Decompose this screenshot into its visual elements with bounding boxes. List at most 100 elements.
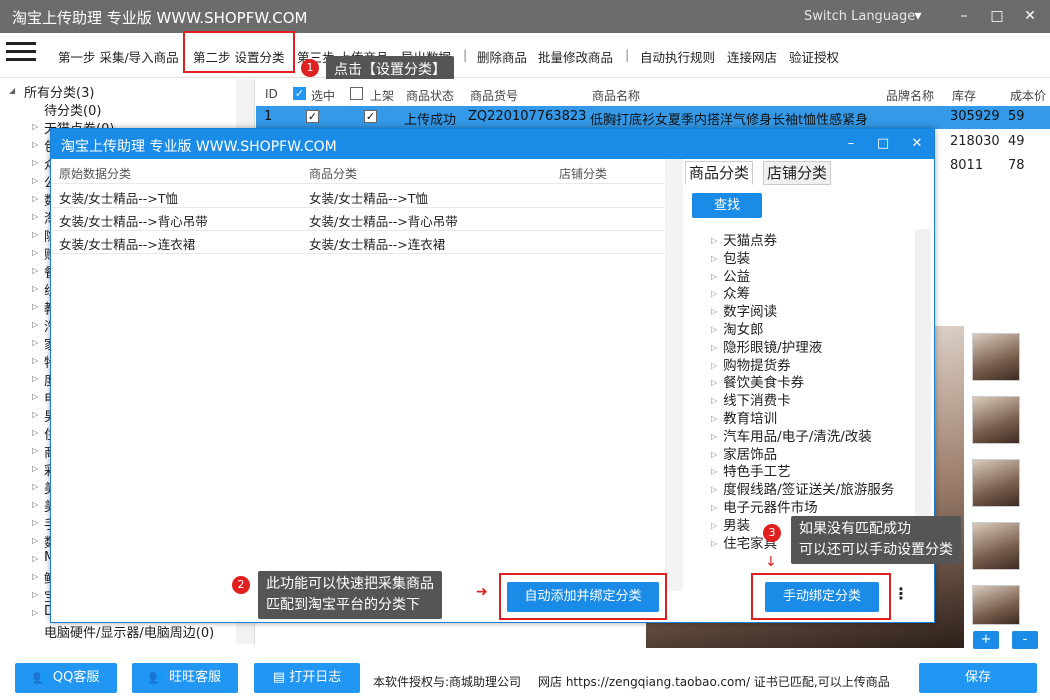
expand-arrow-icon[interactable]: ▷ — [32, 500, 38, 509]
expand-arrow-icon[interactable]: ▷ — [32, 266, 38, 275]
expand-arrow-icon[interactable]: ▷ — [32, 428, 38, 437]
product-thumbnail[interactable] — [972, 522, 1020, 570]
expand-arrow-icon[interactable]: ▷ — [711, 539, 717, 548]
expand-arrow-icon[interactable]: ▷ — [32, 320, 38, 329]
mapping-source[interactable]: 女装/女士精品-->背心吊带 — [59, 211, 208, 230]
search-button[interactable]: 查找 — [692, 193, 762, 218]
switch-language-link[interactable]: Switch Language — [804, 9, 915, 24]
col-listed[interactable]: 上架 — [370, 87, 394, 104]
expand-arrow-icon[interactable]: ▷ — [32, 248, 38, 257]
expand-arrow-icon[interactable]: ▷ — [32, 284, 38, 293]
menu-verify[interactable]: 验证授权 — [789, 47, 839, 66]
expand-arrow-icon[interactable]: ▷ — [711, 503, 717, 512]
mapping-source[interactable]: 女装/女士精品-->连衣裙 — [59, 234, 195, 253]
expand-arrow-icon[interactable]: ▷ — [32, 482, 38, 491]
expand-arrow-icon[interactable]: ▷ — [711, 450, 717, 459]
product-thumbnail[interactable] — [972, 459, 1020, 507]
expand-arrow-icon[interactable]: ▷ — [32, 392, 38, 401]
col-id[interactable]: ID — [265, 87, 278, 101]
tree-root[interactable]: 所有分类(3) — [24, 82, 94, 101]
col-brand[interactable]: 品牌名称 — [886, 87, 934, 104]
table-row-selected[interactable]: 1 ✓ ✓ 上传成功 ZQ220107763823 低胸打底衫女夏季内搭洋气修身… — [256, 106, 1050, 129]
expand-arrow-icon[interactable]: ▷ — [32, 374, 38, 383]
expand-arrow-icon[interactable]: ▷ — [32, 212, 38, 221]
mapping-target[interactable]: 女装/女士精品-->T恤 — [309, 188, 428, 207]
close-icon[interactable]: ✕ — [1018, 4, 1042, 28]
expand-arrow-icon[interactable]: ▷ — [711, 432, 717, 441]
mapping-source[interactable]: 女装/女士精品-->T恤 — [59, 188, 178, 207]
remove-image-button[interactable]: - — [1012, 631, 1038, 649]
expand-arrow-icon[interactable]: ▷ — [32, 176, 38, 185]
expand-arrow-icon[interactable]: ▷ — [32, 302, 38, 311]
expand-arrow-icon[interactable]: ◢ — [9, 86, 15, 95]
maximize-icon[interactable]: □ — [985, 4, 1009, 28]
expand-arrow-icon[interactable]: ▷ — [32, 446, 38, 455]
expand-arrow-icon[interactable]: ▷ — [32, 338, 38, 347]
menu-step1[interactable]: 第一步 采集/导入商品 — [58, 47, 179, 66]
col-name[interactable]: 商品名称 — [592, 87, 640, 104]
expand-arrow-icon[interactable]: ▷ — [711, 467, 717, 476]
minimize-icon[interactable]: – — [952, 4, 976, 28]
expand-arrow-icon[interactable]: ▷ — [32, 410, 38, 419]
row-listed-checkbox[interactable]: ✓ — [364, 110, 377, 123]
expand-arrow-icon[interactable]: ▷ — [32, 518, 38, 527]
select-all-checkbox[interactable]: ✓ — [293, 87, 306, 100]
manual-bind-category-button[interactable]: 手动绑定分类 — [765, 582, 879, 612]
expand-arrow-icon[interactable]: ▷ — [32, 554, 38, 563]
tab-shop-category[interactable]: 店铺分类 — [763, 161, 832, 185]
expand-arrow-icon[interactable]: ▷ — [32, 356, 38, 365]
expand-arrow-icon[interactable]: ▷ — [32, 230, 38, 239]
more-options-icon[interactable]: ⋮ — [893, 584, 909, 603]
expand-arrow-icon[interactable]: ▷ — [711, 361, 717, 370]
mapping-scrollbar[interactable] — [665, 159, 683, 591]
expand-arrow-icon[interactable]: ▷ — [32, 194, 38, 203]
hamburger-menu-icon[interactable] — [6, 39, 36, 63]
col-cost[interactable]: 成本价 — [1010, 87, 1046, 104]
col-status[interactable]: 商品状态 — [406, 87, 454, 104]
expand-arrow-icon[interactable]: ▷ — [711, 289, 717, 298]
expand-arrow-icon[interactable]: ▷ — [711, 325, 717, 334]
save-button[interactable]: 保存 — [919, 663, 1037, 693]
expand-arrow-icon[interactable]: ▷ — [711, 396, 717, 405]
menu-batch-edit[interactable]: 批量修改商品 — [538, 47, 613, 66]
expand-arrow-icon[interactable]: ▷ — [711, 307, 717, 316]
col-original-category[interactable]: 原始数据分类 — [59, 165, 131, 182]
col-stock[interactable]: 库存 — [952, 87, 976, 104]
add-image-button[interactable]: + — [973, 631, 999, 649]
col-sku[interactable]: 商品货号 — [470, 87, 518, 104]
col-product-category[interactable]: 商品分类 — [309, 165, 357, 182]
col-shop-category[interactable]: 店铺分类 — [559, 165, 607, 182]
category-scrollbar[interactable] — [915, 229, 931, 539]
auto-bind-category-button[interactable]: 自动添加并绑定分类 — [507, 582, 659, 612]
expand-arrow-icon[interactable]: ▷ — [711, 236, 717, 245]
tree-item-last[interactable]: 电脑硬件/显示器/电脑周边(0) — [44, 622, 214, 641]
listed-all-checkbox[interactable] — [350, 87, 363, 100]
expand-arrow-icon[interactable]: ▷ — [711, 485, 717, 494]
expand-arrow-icon[interactable]: ▷ — [32, 122, 38, 131]
product-thumbnail[interactable] — [972, 396, 1020, 444]
expand-arrow-icon[interactable]: ▷ — [32, 572, 38, 581]
expand-arrow-icon[interactable]: ▷ — [32, 464, 38, 473]
expand-arrow-icon[interactable]: ▷ — [711, 521, 717, 530]
expand-arrow-icon[interactable]: ▷ — [32, 536, 38, 545]
expand-arrow-icon[interactable]: ▷ — [711, 414, 717, 423]
mapping-target[interactable]: 女装/女士精品-->背心吊带 — [309, 211, 458, 230]
menu-auto-rules[interactable]: 自动执行规则 — [640, 47, 715, 66]
menu-connect-shop[interactable]: 连接网店 — [727, 47, 777, 66]
settings-caret-icon[interactable]: ▾ — [906, 4, 930, 28]
open-log-button[interactable]: ▤ 打开日志 — [254, 663, 360, 693]
mapping-target[interactable]: 女装/女士精品-->连衣裙 — [309, 234, 445, 253]
menu-step2[interactable]: 第二步 设置分类 — [193, 47, 284, 66]
expand-arrow-icon[interactable]: ▷ — [711, 378, 717, 387]
expand-arrow-icon[interactable]: ▷ — [711, 343, 717, 352]
qq-support-button[interactable]: 👥 QQ客服 — [15, 663, 117, 693]
dialog-minimize-icon[interactable]: – — [841, 134, 861, 154]
wangwang-support-button[interactable]: 👥 旺旺客服 — [132, 663, 238, 693]
tree-item[interactable]: 待分类(0) — [44, 100, 101, 119]
expand-arrow-icon[interactable]: ▷ — [711, 254, 717, 263]
tab-product-category[interactable]: 商品分类 — [685, 161, 754, 185]
expand-arrow-icon[interactable]: ▷ — [32, 608, 38, 617]
dialog-close-icon[interactable]: ✕ — [907, 134, 927, 154]
expand-arrow-icon[interactable]: ▷ — [32, 590, 38, 599]
col-select[interactable]: 选中 — [311, 87, 335, 104]
